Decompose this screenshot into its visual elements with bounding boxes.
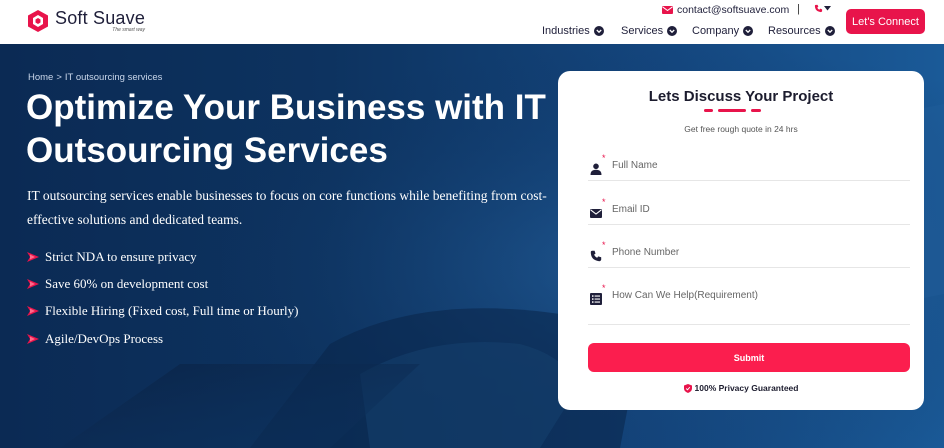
nav-services[interactable]: Services <box>621 25 678 37</box>
required-asterisk: * <box>602 197 606 207</box>
requirement-input[interactable] <box>612 285 902 305</box>
feature-item: Flexible Hiring (Fixed cost, Full time o… <box>27 298 298 325</box>
chevron-down-icon <box>743 26 754 36</box>
arrow-bullet-icon <box>27 251 39 262</box>
breadcrumb: Home > IT outsourcing services <box>28 72 162 83</box>
arrow-bullet-icon <box>27 306 39 317</box>
required-asterisk: * <box>602 283 606 293</box>
chevron-down-icon <box>824 26 835 36</box>
feature-item: Save 60% on development cost <box>27 270 298 297</box>
submit-button[interactable]: Submit <box>588 343 910 372</box>
title-underline-decoration <box>704 109 713 112</box>
form-title: Lets Discuss Your Project <box>648 88 834 105</box>
required-asterisk: * <box>602 153 606 163</box>
brand-name: Soft Suave <box>55 8 146 28</box>
phone-field: * <box>588 240 910 268</box>
feature-item: Agile/DevOps Process <box>27 325 298 352</box>
full-name-input[interactable] <box>612 155 902 175</box>
hero-description: IT outsourcing services enable businesse… <box>27 188 547 227</box>
chevron-down-icon <box>667 26 678 36</box>
email-field: * <box>588 197 910 225</box>
list-icon <box>590 293 602 305</box>
breadcrumb-current: IT outsourcing services <box>64 72 163 83</box>
lets-connect-button[interactable]: Let's Connect <box>846 9 925 34</box>
site-header: Soft Suave The smart way contact@softsua… <box>0 0 944 44</box>
mail-icon <box>662 6 673 14</box>
brand-logo[interactable]: Soft Suave The smart way <box>26 9 145 33</box>
required-asterisk: * <box>602 240 606 250</box>
envelope-icon <box>590 209 602 218</box>
user-icon <box>590 163 602 175</box>
contact-email-link[interactable]: contact@softsuave.com <box>662 4 789 16</box>
phone-icon <box>590 250 602 262</box>
nav-company[interactable]: Company <box>692 25 754 37</box>
requirement-field: * <box>588 283 910 325</box>
nav-resources[interactable]: Resources <box>768 25 835 37</box>
chevron-down-icon <box>593 26 604 36</box>
title-underline-decoration <box>718 109 746 112</box>
privacy-note: 100% Privacy Guaranteed <box>558 383 924 393</box>
title-underline-decoration <box>751 109 761 112</box>
breadcrumb-home-link[interactable]: Home <box>28 72 53 83</box>
full-name-field: * <box>588 153 910 181</box>
project-inquiry-form: Lets Discuss Your Project Get free rough… <box>558 71 924 410</box>
feature-list: Strict NDA to ensure privacy Save 60% on… <box>27 243 298 352</box>
privacy-text: 100% Privacy Guaranteed <box>694 383 799 393</box>
arrow-bullet-icon <box>27 333 39 344</box>
phone-input[interactable] <box>612 242 902 262</box>
shield-icon <box>683 383 692 393</box>
breadcrumb-separator: > <box>56 72 62 83</box>
feature-item: Strict NDA to ensure privacy <box>27 243 298 270</box>
page-title: Optimize Your Business with IT Outsourci… <box>26 88 546 170</box>
contact-email: contact@softsuave.com <box>677 4 790 16</box>
nav-industries[interactable]: Industries <box>542 25 604 37</box>
hexagon-logo-icon <box>28 10 48 32</box>
form-subtitle: Get free rough quote in 24 hrs <box>684 124 798 134</box>
email-input[interactable] <box>612 199 902 219</box>
caret-down-icon <box>824 6 831 11</box>
phone-icon <box>814 4 823 13</box>
arrow-bullet-icon <box>27 278 39 289</box>
phone-dropdown[interactable] <box>814 4 831 13</box>
brand-tagline: The smart way <box>112 27 146 33</box>
header-divider: | <box>797 3 800 15</box>
